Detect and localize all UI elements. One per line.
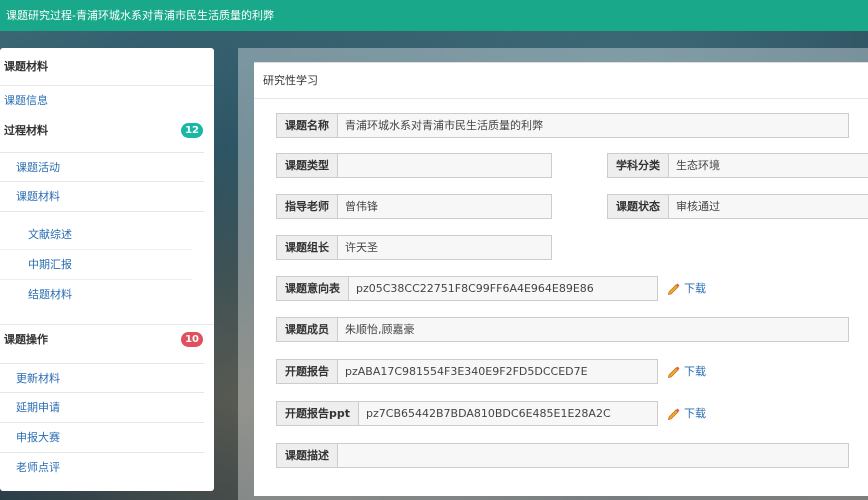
sidebar-item-extension-request[interactable]: 延期申请 <box>0 393 204 423</box>
topic-status-field: 课题状态 审核通过 <box>607 194 868 219</box>
sidebar-section-label: 课题操作 <box>4 333 48 346</box>
research-panel: 研究性学习 课题名称 青浦环城水系对青浦市民生活质量的利弊 课题类型 学科分类 … <box>254 62 868 496</box>
download-label: 下载 <box>684 365 706 378</box>
opening-report-download-link[interactable]: 下载 <box>667 364 706 380</box>
field-value: 生态环境 <box>676 159 720 172</box>
download-label: 下载 <box>684 407 706 420</box>
field-label: 指导老师 <box>277 195 338 218</box>
advisor-field: 指导老师 曾伟锋 <box>276 194 552 219</box>
sidebar-item-final-materials[interactable]: 结题材料 <box>0 280 192 310</box>
pencil-icon <box>667 366 680 379</box>
field-value: 审核通过 <box>676 200 720 213</box>
field-label: 课题组长 <box>277 236 338 259</box>
topic-type-field: 课题类型 <box>276 153 552 178</box>
sidebar-item-topic-info[interactable]: 课题信息 <box>0 86 214 116</box>
sidebar-item-literature-review[interactable]: 文献综述 <box>0 220 192 250</box>
opening-report-ppt-field: 开题报告ppt pz7CB65442B7BDA810BDC6E485E1E28A… <box>276 401 658 426</box>
field-value: 曾伟锋 <box>345 200 378 213</box>
field-label: 开题报告 <box>277 360 338 383</box>
count-badge: 12 <box>181 123 203 138</box>
sidebar-item-update-materials[interactable]: 更新材料 <box>0 363 204 393</box>
sidebar-section-operations[interactable]: 课题操作 10 <box>0 325 214 355</box>
sidebar-section-label: 过程材料 <box>4 124 48 137</box>
field-label: 课题类型 <box>277 154 338 177</box>
top-bar: 课题研究过程-青浦环城水系对青浦市民生活质量的利弊 <box>0 0 868 31</box>
field-label: 课题名称 <box>277 114 338 137</box>
sidebar: 课题材料 课题信息 过程材料 12 课题活动 课题材料 文献综述 中期汇报 结题… <box>0 48 214 491</box>
panel-title: 研究性学习 <box>254 63 868 99</box>
topic-name-field: 课题名称 青浦环城水系对青浦市民生活质量的利弊 <box>276 113 849 138</box>
intent-form-field: 课题意向表 pz05C38CC22751F8C99FF6A4E964E89E86 <box>276 276 658 301</box>
field-value: 青浦环城水系对青浦市民生活质量的利弊 <box>345 119 543 132</box>
opening-report-ppt-download-link[interactable]: 下载 <box>667 406 706 422</box>
field-value: 许天圣 <box>345 241 378 254</box>
pencil-icon <box>667 283 680 296</box>
field-label: 开题报告ppt <box>277 402 360 425</box>
field-value: pz05C38CC22751F8C99FF6A4E964E89E86 <box>356 282 594 295</box>
sidebar-item-topic-material[interactable]: 课题材料 <box>0 182 204 212</box>
sidebar-item-topic-activity[interactable]: 课题活动 <box>0 152 204 182</box>
members-field: 课题成员 朱顺怡,顾嘉豪 <box>276 317 849 342</box>
field-value <box>338 444 352 467</box>
subject-category-field: 学科分类 生态环境 <box>607 153 868 178</box>
opening-report-field: 开题报告 pzABA17C981554F3E340E9F2FD5DCCED7E <box>276 359 658 384</box>
sidebar-section-process-materials[interactable]: 过程材料 12 <box>0 116 214 146</box>
page-title: 课题研究过程-青浦环城水系对青浦市民生活质量的利弊 <box>6 9 274 22</box>
sidebar-section-materials: 课题材料 <box>0 48 214 86</box>
pencil-icon <box>667 408 680 421</box>
field-value <box>338 154 352 177</box>
count-badge: 10 <box>181 332 203 347</box>
field-label: 课题意向表 <box>277 277 349 300</box>
sidebar-item-competition-apply[interactable]: 申报大赛 <box>0 423 204 453</box>
field-value: 朱顺怡,顾嘉豪 <box>345 323 415 336</box>
field-label: 学科分类 <box>608 154 669 177</box>
description-field: 课题描述 <box>276 443 849 468</box>
sidebar-item-teacher-review[interactable]: 老师点评 <box>0 453 204 483</box>
field-label: 课题成员 <box>277 318 338 341</box>
field-value: pz7CB65442B7BDA810BDC6E485E1E28A2C <box>366 407 611 420</box>
download-label: 下载 <box>684 282 706 295</box>
field-value: pzABA17C981554F3E340E9F2FD5DCCED7E <box>345 365 588 378</box>
intent-form-download-link[interactable]: 下载 <box>667 281 706 297</box>
field-label: 课题状态 <box>608 195 669 218</box>
sidebar-item-midterm-report[interactable]: 中期汇报 <box>0 250 192 280</box>
field-label: 课题描述 <box>277 444 338 467</box>
leader-field: 课题组长 许天圣 <box>276 235 552 260</box>
